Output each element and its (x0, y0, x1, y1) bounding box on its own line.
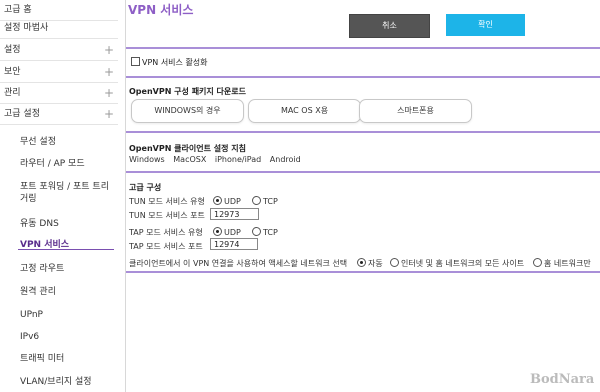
platform-links: Windows MacOSX iPhone/iPad Android (129, 155, 307, 164)
access-all-radio[interactable] (390, 258, 399, 267)
sidebar-subitem-dynamic-dns[interactable]: 유동 DNS (20, 218, 115, 230)
sidebar: 고급 홈 설정 마법사 설정 + 보안 + 관리 + 고급 설정 + 무선 설정 라우터… (0, 0, 126, 392)
ok-button[interactable]: 확인 (446, 14, 525, 36)
sidebar-item-label: 설정 (4, 45, 21, 55)
download-smartphone-button[interactable]: 스마트폰용 (359, 99, 472, 123)
access-all-label: 인터넷 및 홈 네트워크의 모든 사이트 (401, 259, 525, 268)
access-auto-radio[interactable] (357, 258, 366, 267)
platform-link-iphone[interactable]: iPhone/iPad (215, 155, 261, 164)
tap-udp-label: UDP (224, 228, 241, 237)
tun-type-radio-group: UDP TCP (213, 196, 278, 206)
tun-tcp-radio[interactable] (251, 196, 261, 205)
tun-port-label: TUN 모드 서비스 포트 (129, 211, 205, 220)
download-section-title: OpenVPN 구성 패키지 다운로드 (129, 87, 246, 96)
sidebar-subitem-static-routes[interactable]: 고정 라우트 (20, 263, 115, 275)
access-auto-option[interactable]: 자동 (357, 258, 383, 269)
plus-icon[interactable]: + (104, 104, 114, 125)
tun-udp-label: UDP (224, 197, 241, 206)
divider (126, 271, 600, 273)
cancel-button[interactable]: 취소 (349, 14, 430, 38)
access-all-option[interactable]: 인터넷 및 홈 네트워크의 모든 사이트 (390, 258, 524, 269)
sidebar-item-label: 고급 홈 (4, 5, 32, 15)
sidebar-subitem-upnp[interactable]: UPnP (20, 309, 115, 321)
tun-udp-radio[interactable] (213, 196, 222, 205)
sidebar-subitem-router-ap-mode[interactable]: 라우터 / AP 모드 (20, 158, 115, 170)
sidebar-item-label: 설정 마법사 (4, 23, 49, 33)
sidebar-item-label: 관리 (4, 88, 21, 98)
enable-vpn-label: VPN 서비스 활성화 (142, 58, 208, 67)
plus-icon[interactable]: + (104, 62, 114, 83)
sidebar-subitem-vlan-bridge[interactable]: VLAN/브리지 설정 (20, 376, 115, 388)
sidebar-subitem-wireless[interactable]: 무선 설정 (20, 136, 115, 148)
sidebar-item-management[interactable]: 관리 + (0, 83, 118, 104)
platform-link-windows[interactable]: Windows (129, 155, 165, 164)
tun-port-input[interactable]: 12973 (210, 208, 259, 220)
page-title: VPN 서비스 (128, 3, 194, 17)
tap-tcp-label: TCP (262, 228, 278, 237)
sidebar-subitem-traffic-meter[interactable]: 트래픽 미터 (20, 353, 115, 365)
tap-port-label: TAP 모드 서비스 포트 (129, 242, 203, 251)
divider (126, 47, 600, 49)
sidebar-item-label: 고급 설정 (4, 109, 40, 119)
sidebar-item-setup-wizard[interactable]: 설정 마법사 (0, 18, 118, 39)
platform-link-macosx[interactable]: MacOSX (173, 155, 206, 164)
sidebar-subitem-ipv6[interactable]: IPv6 (20, 331, 115, 343)
tap-type-label: TAP 모드 서비스 유형 (129, 228, 203, 237)
divider (126, 76, 600, 78)
client-access-label: 클라이언트에서 이 VPN 연결을 사용하여 액세스할 네트워크 선택 (129, 259, 348, 268)
main-panel: VPN 서비스 취소 확인 VPN 서비스 활성화 OpenVPN 구성 패키지… (126, 0, 600, 392)
client-instructions-title: OpenVPN 클라이언트 설정 지침 (129, 144, 246, 153)
divider (126, 131, 600, 133)
advanced-config-title: 고급 구성 (129, 183, 162, 192)
plus-icon[interactable]: + (104, 83, 114, 104)
access-auto-label: 자동 (368, 259, 383, 268)
active-item-underline (18, 249, 114, 250)
plus-icon[interactable]: + (104, 40, 114, 61)
access-home-option[interactable]: 홈 네트워크만 (533, 258, 591, 269)
platform-link-android[interactable]: Android (270, 155, 301, 164)
enable-vpn-checkbox-row[interactable]: VPN 서비스 활성화 (131, 57, 208, 68)
sidebar-item-advanced-setup[interactable]: 고급 설정 + (0, 104, 118, 125)
download-macos-button[interactable]: MAC OS X용 (248, 99, 361, 123)
download-windows-button[interactable]: WINDOWS의 경우 (131, 99, 244, 123)
checkbox[interactable] (131, 57, 140, 66)
sidebar-item-setup[interactable]: 설정 + (0, 40, 118, 61)
sidebar-subitem-remote-management[interactable]: 원격 관리 (20, 286, 115, 298)
tap-port-input[interactable]: 12974 (210, 238, 258, 250)
tun-type-label: TUN 모드 서비스 유형 (129, 197, 205, 206)
tap-type-radio-group: UDP TCP (213, 227, 278, 237)
access-home-label: 홈 네트워크만 (544, 259, 591, 268)
sidebar-item-security[interactable]: 보안 + (0, 62, 118, 83)
divider (126, 171, 600, 173)
tap-tcp-radio[interactable] (251, 227, 261, 236)
watermark-logo: BodNara (530, 372, 595, 387)
sidebar-item-label: 보안 (4, 67, 21, 77)
tap-udp-radio[interactable] (213, 227, 222, 236)
access-home-radio[interactable] (533, 258, 542, 267)
sidebar-subitem-port-forwarding[interactable]: 포트 포워딩 / 포트 트리거링 (20, 181, 115, 205)
tun-tcp-label: TCP (262, 197, 278, 206)
